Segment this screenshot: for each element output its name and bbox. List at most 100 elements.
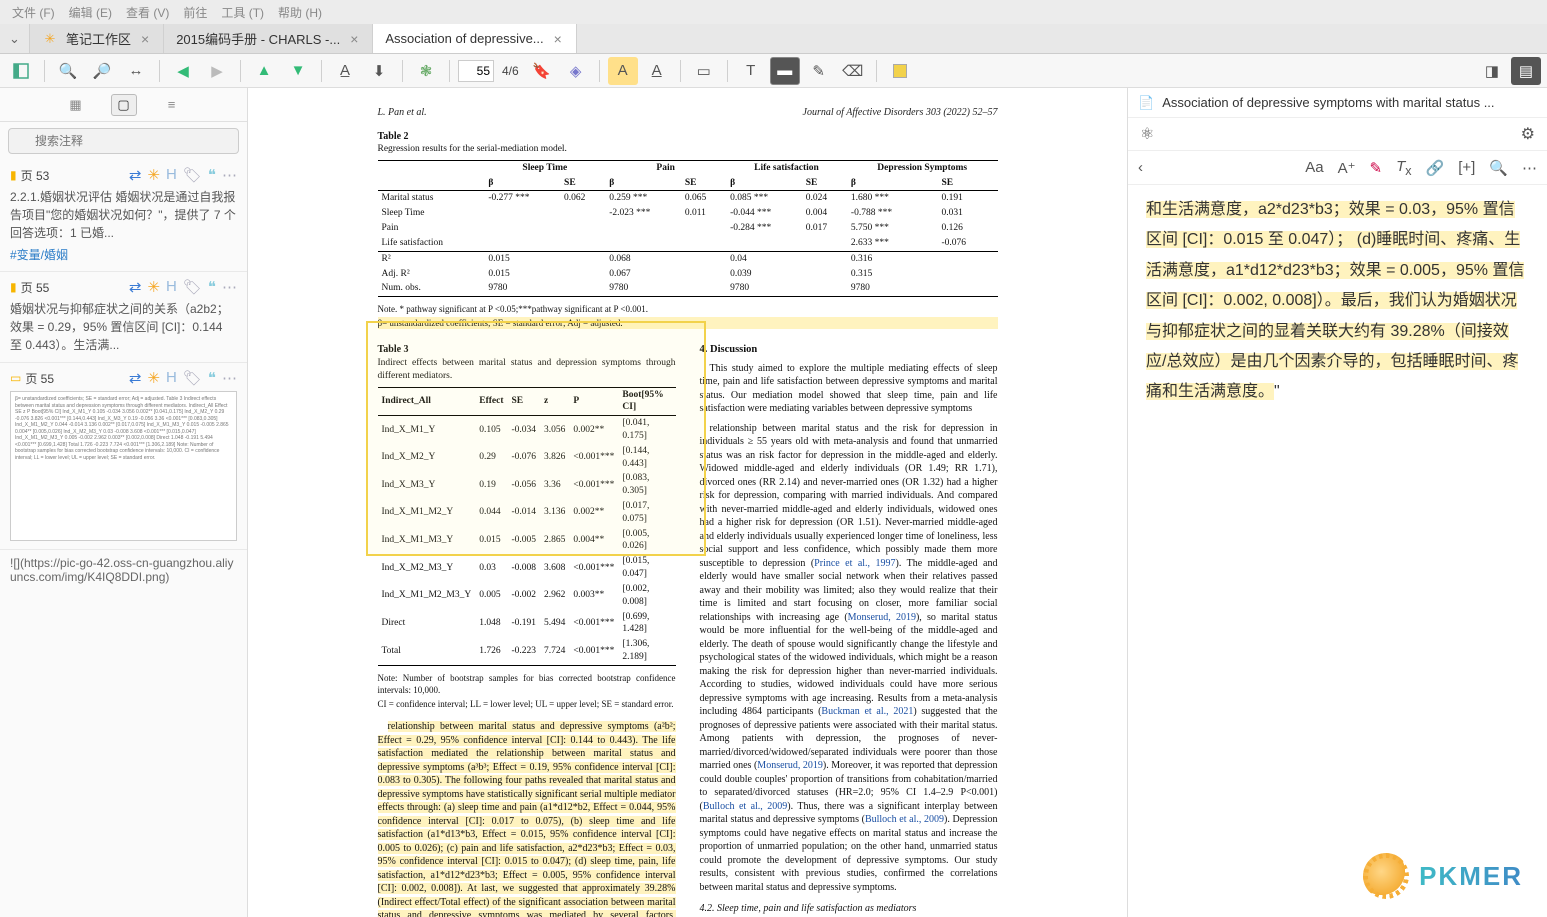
table3-note1: Note: Number of bootstrap samples for bi… (378, 672, 676, 696)
bookmark-icon[interactable]: 🔖 (527, 57, 557, 85)
tag-icon[interactable]: 🏷 (183, 278, 202, 296)
menu-goto[interactable]: 前往 (177, 4, 213, 21)
quote-icon[interactable]: ❝ (208, 369, 216, 387)
annotation-item[interactable]: ▮ 页 55 ⇄ ✳ H 🏷 ❝ ⋯ 婚姻状况与抑郁症状之间的关系（a2b2；效… (0, 272, 247, 363)
table2-note2: β= unstandardized coefficients; SE = sta… (378, 317, 998, 329)
tab-association-label: Association of depressive... (385, 31, 543, 46)
fit-width-icon[interactable]: ↔ (121, 57, 151, 85)
close-icon[interactable]: × (139, 31, 151, 47)
annotations-view-icon[interactable]: ▢ (111, 94, 137, 116)
quote-icon[interactable]: ❝ (208, 166, 216, 184)
menu-tools[interactable]: 工具 (T) (215, 4, 270, 21)
translate-icon[interactable]: ⇄ (129, 369, 142, 387)
h-icon[interactable]: H (166, 166, 177, 184)
document-icon: 📄 (1138, 95, 1154, 111)
graph-icon[interactable]: ⚛ (1140, 124, 1154, 144)
menu-view[interactable]: 查看 (V) (120, 4, 175, 21)
zoom-out-icon[interactable]: 🔍 (53, 57, 83, 85)
search-annotations-input[interactable] (8, 128, 239, 154)
search-pdf-icon[interactable]: A̲ (330, 57, 360, 85)
secondary-view-icon[interactable]: ◨ (1477, 57, 1507, 85)
tab-association[interactable]: Association of depressive... × (373, 24, 576, 53)
close-icon[interactable]: × (552, 31, 564, 47)
menu-help[interactable]: 帮助 (H) (272, 4, 328, 21)
menu-edit[interactable]: 编辑 (E) (63, 4, 118, 21)
mindmap-icon[interactable]: ✳ (147, 369, 160, 387)
note-box-icon[interactable]: ▭ (689, 57, 719, 85)
citation-link[interactable]: Buckman et al., 2021 (821, 706, 913, 717)
body-text: relationship between marital status and … (700, 422, 998, 895)
area-icon: ▭ (10, 371, 21, 385)
table3-subcaption: Indirect effects between marital status … (378, 357, 676, 383)
right-panel-content[interactable]: 和生活满意度，a2*d23*b3；效果 = 0.03，95% 置信区间 [CI]… (1128, 185, 1547, 418)
gem-icon[interactable]: ◈ (561, 57, 591, 85)
separator (44, 60, 45, 82)
more-icon[interactable]: ⋯ (222, 278, 237, 296)
more-right-icon[interactable]: ⋯ (1522, 159, 1537, 177)
annotation-tag[interactable]: #变量/婚姻 (10, 246, 237, 263)
tag-icon[interactable]: 🏷 (183, 166, 202, 184)
annotation-text: 2.2.1.婚姻状况评估 婚姻状况是通过自我报告项目"您的婚姻状况如何？"，提供… (10, 188, 237, 242)
table2-subcaption: Regression results for the serial-mediat… (378, 143, 998, 156)
font-case-icon[interactable]: Aa (1305, 159, 1323, 176)
highlight-icon: ▮ (10, 280, 17, 294)
text-tool-icon[interactable]: T (736, 57, 766, 85)
reader-view-icon[interactable]: ▤ (1511, 57, 1541, 85)
citation-link[interactable]: Monserud, 2019 (848, 612, 916, 623)
clear-format-icon[interactable]: Tx (1396, 158, 1411, 178)
chatgpt-icon[interactable]: ❃ (411, 57, 441, 85)
tab-charls[interactable]: 2015编码手册 - CHARLS -... × (164, 24, 373, 53)
thumbnails-view-icon[interactable]: ▦ (63, 94, 89, 116)
citation-link[interactable]: Bulloch et al., 2009 (703, 801, 787, 812)
nav-forward-icon[interactable]: ▶ (202, 57, 232, 85)
more-icon[interactable]: ⋯ (222, 369, 237, 387)
table2: Sleep TimePainLife satisfactionDepressio… (378, 160, 998, 297)
tag-icon[interactable]: 🏷 (183, 369, 202, 387)
pdf-page: L. Pan et al. Journal of Affective Disor… (348, 96, 1028, 917)
mindmap-icon[interactable]: ✳ (147, 166, 160, 184)
quote-icon[interactable]: ❝ (208, 278, 216, 296)
font-size-icon[interactable]: A⁺ (1338, 159, 1356, 177)
translate-icon[interactable]: ⇄ (129, 278, 142, 296)
page-input[interactable] (458, 60, 494, 82)
color-picker-icon[interactable] (885, 57, 915, 85)
toolbar: 🔍 🔎 ↔ ◀ ▶ ▲ ▼ A̲ ⬇ ❃ 4/6 🔖 ◈ A A ▭ T ▬ ✎… (0, 54, 1547, 88)
link-icon[interactable]: 🔗 (1426, 159, 1445, 177)
zoom-in-icon[interactable]: 🔎 (87, 57, 117, 85)
marker-icon[interactable]: ✎ (1370, 159, 1383, 177)
citation-link[interactable]: Prince et al., 1997 (814, 558, 895, 569)
annotation-item[interactable]: ▭ 页 55 ⇄ ✳ H 🏷 ❝ ⋯ β= unstandardized coe… (0, 363, 247, 550)
sidebar-toggle-icon[interactable] (6, 57, 36, 85)
translate-icon[interactable]: ⇄ (129, 166, 142, 184)
cursor-icon[interactable]: ⬇ (364, 57, 394, 85)
rect-tool-icon[interactable]: ▬ (770, 57, 800, 85)
more-icon[interactable]: ⋯ (222, 166, 237, 184)
menu-file[interactable]: 文件 (F) (6, 4, 61, 21)
close-icon[interactable]: × (348, 31, 360, 47)
citation-link[interactable]: Monserud, 2019 (757, 760, 823, 771)
search-right-icon[interactable]: 🔍 (1489, 159, 1508, 177)
annotation-item[interactable]: ▮ 页 53 ⇄ ✳ H 🏷 ❝ ⋯ 2.2.1.婚姻状况评估 婚姻状况是通过自… (0, 160, 247, 272)
nav-back-icon[interactable]: ◀ (168, 57, 198, 85)
separator (727, 60, 728, 82)
gear-icon[interactable]: ⚙ (1521, 124, 1535, 144)
document-viewer[interactable]: L. Pan et al. Journal of Affective Disor… (248, 88, 1127, 917)
citation-link[interactable]: Bulloch et al., 2009 (865, 814, 944, 825)
right-panel-title: Association of depressive symptoms with … (1162, 95, 1537, 110)
tab-dropdown[interactable]: ⌄ (0, 24, 30, 53)
page-up-icon[interactable]: ▲ (249, 57, 279, 85)
annotations-list[interactable]: ▮ 页 53 ⇄ ✳ H 🏷 ❝ ⋯ 2.2.1.婚姻状况评估 婚姻状况是通过自… (0, 160, 247, 917)
tab-notes[interactable]: ✳ 笔记工作区 × (30, 24, 164, 53)
back-icon[interactable]: ‹ (1138, 159, 1143, 176)
insert-icon[interactable]: [+] (1458, 159, 1475, 176)
outline-view-icon[interactable]: ≡ (159, 94, 185, 116)
h-icon[interactable]: H (166, 369, 177, 387)
page-down-icon[interactable]: ▼ (283, 57, 313, 85)
h-icon[interactable]: H (166, 278, 177, 296)
underline-icon[interactable]: A (642, 57, 672, 85)
highlight-a-icon[interactable]: A (608, 57, 638, 85)
eraser-icon[interactable]: ⌫ (838, 57, 868, 85)
mindmap-icon[interactable]: ✳ (147, 278, 160, 296)
separator (599, 60, 600, 82)
draw-tool-icon[interactable]: ✎ (804, 57, 834, 85)
